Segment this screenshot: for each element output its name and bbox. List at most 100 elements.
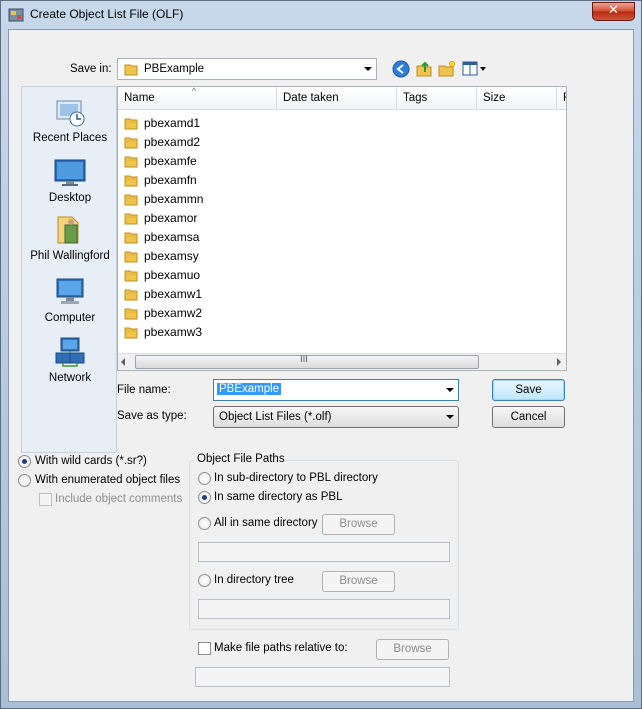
file-name-combo[interactable]: PBExample — [213, 379, 459, 401]
relative-path-field[interactable] — [195, 667, 450, 687]
enumerated-label[interactable]: With enumerated object files — [35, 474, 180, 486]
scroll-grip: III — [300, 355, 308, 365]
all-same-directory-label[interactable]: All in same directory — [214, 517, 318, 529]
sort-ascending-icon: ^ — [192, 86, 197, 96]
file-name: pbexamfn — [144, 173, 197, 187]
file-row[interactable]: pbexamw1 — [124, 285, 274, 304]
back-icon[interactable] — [392, 60, 410, 81]
file-row[interactable]: pbexamuo — [124, 266, 274, 285]
file-name: pbexamd1 — [144, 116, 201, 130]
file-row[interactable]: pbexamfe — [124, 152, 274, 171]
file-row[interactable]: pbexamsa — [124, 228, 274, 247]
browse-button-relative[interactable]: Browse — [376, 639, 449, 660]
wild-cards-label[interactable]: With wild cards (*.sr?) — [35, 455, 147, 467]
folder-icon — [124, 211, 138, 228]
folder-icon — [124, 249, 138, 266]
relative-paths-checkbox[interactable] — [198, 642, 211, 655]
column-header-size[interactable]: Size — [477, 87, 557, 110]
place-label: Desktop — [48, 192, 92, 204]
file-row[interactable]: pbexammn — [124, 190, 274, 209]
close-button[interactable]: ✕ — [592, 2, 635, 21]
places-bar: Recent Places Desktop Phil Wallingford C… — [21, 86, 117, 453]
folder-icon — [124, 306, 138, 323]
file-row[interactable]: pbexamw3 — [124, 323, 274, 342]
relative-paths-label[interactable]: Make file paths relative to: — [214, 642, 348, 654]
directory-tree-path-field[interactable] — [198, 599, 450, 619]
file-row[interactable]: pbexamfn — [124, 171, 274, 190]
scroll-thumb[interactable]: III — [135, 355, 479, 369]
computer-icon — [22, 275, 118, 309]
folder-icon — [124, 325, 138, 342]
file-row[interactable]: pbexamsy — [124, 247, 274, 266]
place-label: Phil Wallingford — [30, 250, 110, 262]
directory-tree-radio[interactable] — [198, 574, 211, 587]
place-label: Recent Places — [32, 132, 108, 144]
same-directory-label[interactable]: In same directory as PBL — [214, 491, 342, 503]
place-computer[interactable]: Computer — [22, 275, 118, 324]
all-same-directory-radio[interactable] — [198, 517, 211, 530]
file-name: pbexamsa — [144, 230, 200, 244]
chevron-down-icon — [364, 67, 372, 71]
browse-button-tree[interactable]: Browse — [322, 571, 395, 592]
save-button[interactable]: Save — [492, 379, 565, 401]
browse-button-all-same[interactable]: Browse — [322, 514, 395, 535]
cancel-button[interactable]: Cancel — [492, 406, 565, 428]
chevron-down-icon[interactable] — [446, 388, 454, 392]
title-bar[interactable]: Create Object List File (OLF) ✕ — [1, 1, 641, 29]
views-menu-icon[interactable] — [462, 61, 488, 80]
file-name: pbexamuo — [144, 268, 201, 282]
file-name: pbexamfe — [144, 154, 197, 168]
same-directory-path-field[interactable] — [198, 542, 450, 562]
scroll-right-icon[interactable] — [557, 358, 561, 366]
place-network[interactable]: Network — [22, 335, 118, 384]
sub-directory-label[interactable]: In sub-directory to PBL directory — [214, 472, 378, 484]
app-icon — [8, 7, 24, 23]
new-folder-icon[interactable] — [438, 60, 456, 81]
horizontal-scrollbar[interactable]: III — [118, 353, 566, 370]
file-list[interactable]: Name ^ Date taken Tags Size R pbexamd1 pb… — [117, 86, 567, 371]
save-in-value: PBExample — [144, 63, 205, 75]
folder-icon — [124, 287, 138, 304]
file-name: pbexammn — [144, 192, 204, 206]
file-name: pbexamsy — [144, 249, 199, 263]
object-file-paths-title: Object File Paths — [195, 453, 287, 465]
scroll-left-icon[interactable] — [121, 358, 125, 366]
include-comments-label: Include object comments — [55, 493, 183, 505]
save-in-label: Save in: — [70, 63, 112, 75]
column-header-date-taken[interactable]: Date taken — [277, 87, 397, 110]
enumerated-radio[interactable] — [18, 474, 31, 487]
sub-directory-radio[interactable] — [198, 472, 211, 485]
desktop-icon — [22, 155, 118, 189]
save-in-dropdown[interactable]: PBExample — [117, 58, 377, 80]
same-directory-radio[interactable] — [198, 491, 211, 504]
file-name-label: File name: — [117, 384, 171, 396]
file-name-input[interactable]: PBExample — [217, 383, 282, 395]
place-user-folder[interactable]: Phil Wallingford — [22, 213, 118, 262]
network-icon — [22, 335, 118, 369]
column-header-tags[interactable]: Tags — [397, 87, 477, 110]
column-header-name[interactable]: Name ^ — [118, 87, 277, 110]
save-as-type-dropdown[interactable]: Object List Files (*.olf) — [213, 406, 459, 428]
folder-icon — [124, 135, 138, 152]
file-row[interactable]: pbexamor — [124, 209, 274, 228]
dialog-body: Save in: PBExample Recent Places Desktop… — [8, 29, 634, 702]
window-title: Create Object List File (OLF) — [30, 7, 184, 21]
up-folder-icon[interactable] — [415, 60, 433, 81]
file-name: pbexamw3 — [144, 325, 203, 339]
column-header-r[interactable]: R — [557, 87, 566, 110]
file-name: pbexamor — [144, 211, 198, 225]
place-recent-places[interactable]: Recent Places — [22, 95, 118, 144]
file-row[interactable]: pbexamd2 — [124, 133, 274, 152]
wild-cards-radio[interactable] — [18, 455, 31, 468]
recent-places-icon — [22, 95, 118, 129]
file-row[interactable]: pbexamw2 — [124, 304, 274, 323]
user-folder-icon — [22, 213, 118, 247]
chevron-down-icon — [446, 415, 454, 419]
save-as-type-label: Save as type: — [117, 410, 187, 422]
file-row[interactable]: pbexamd1 — [124, 114, 274, 133]
directory-tree-label[interactable]: In directory tree — [214, 574, 294, 586]
place-desktop[interactable]: Desktop — [22, 155, 118, 204]
include-comments-checkbox[interactable] — [39, 493, 52, 506]
place-label: Computer — [44, 312, 96, 324]
folder-icon — [124, 230, 138, 247]
